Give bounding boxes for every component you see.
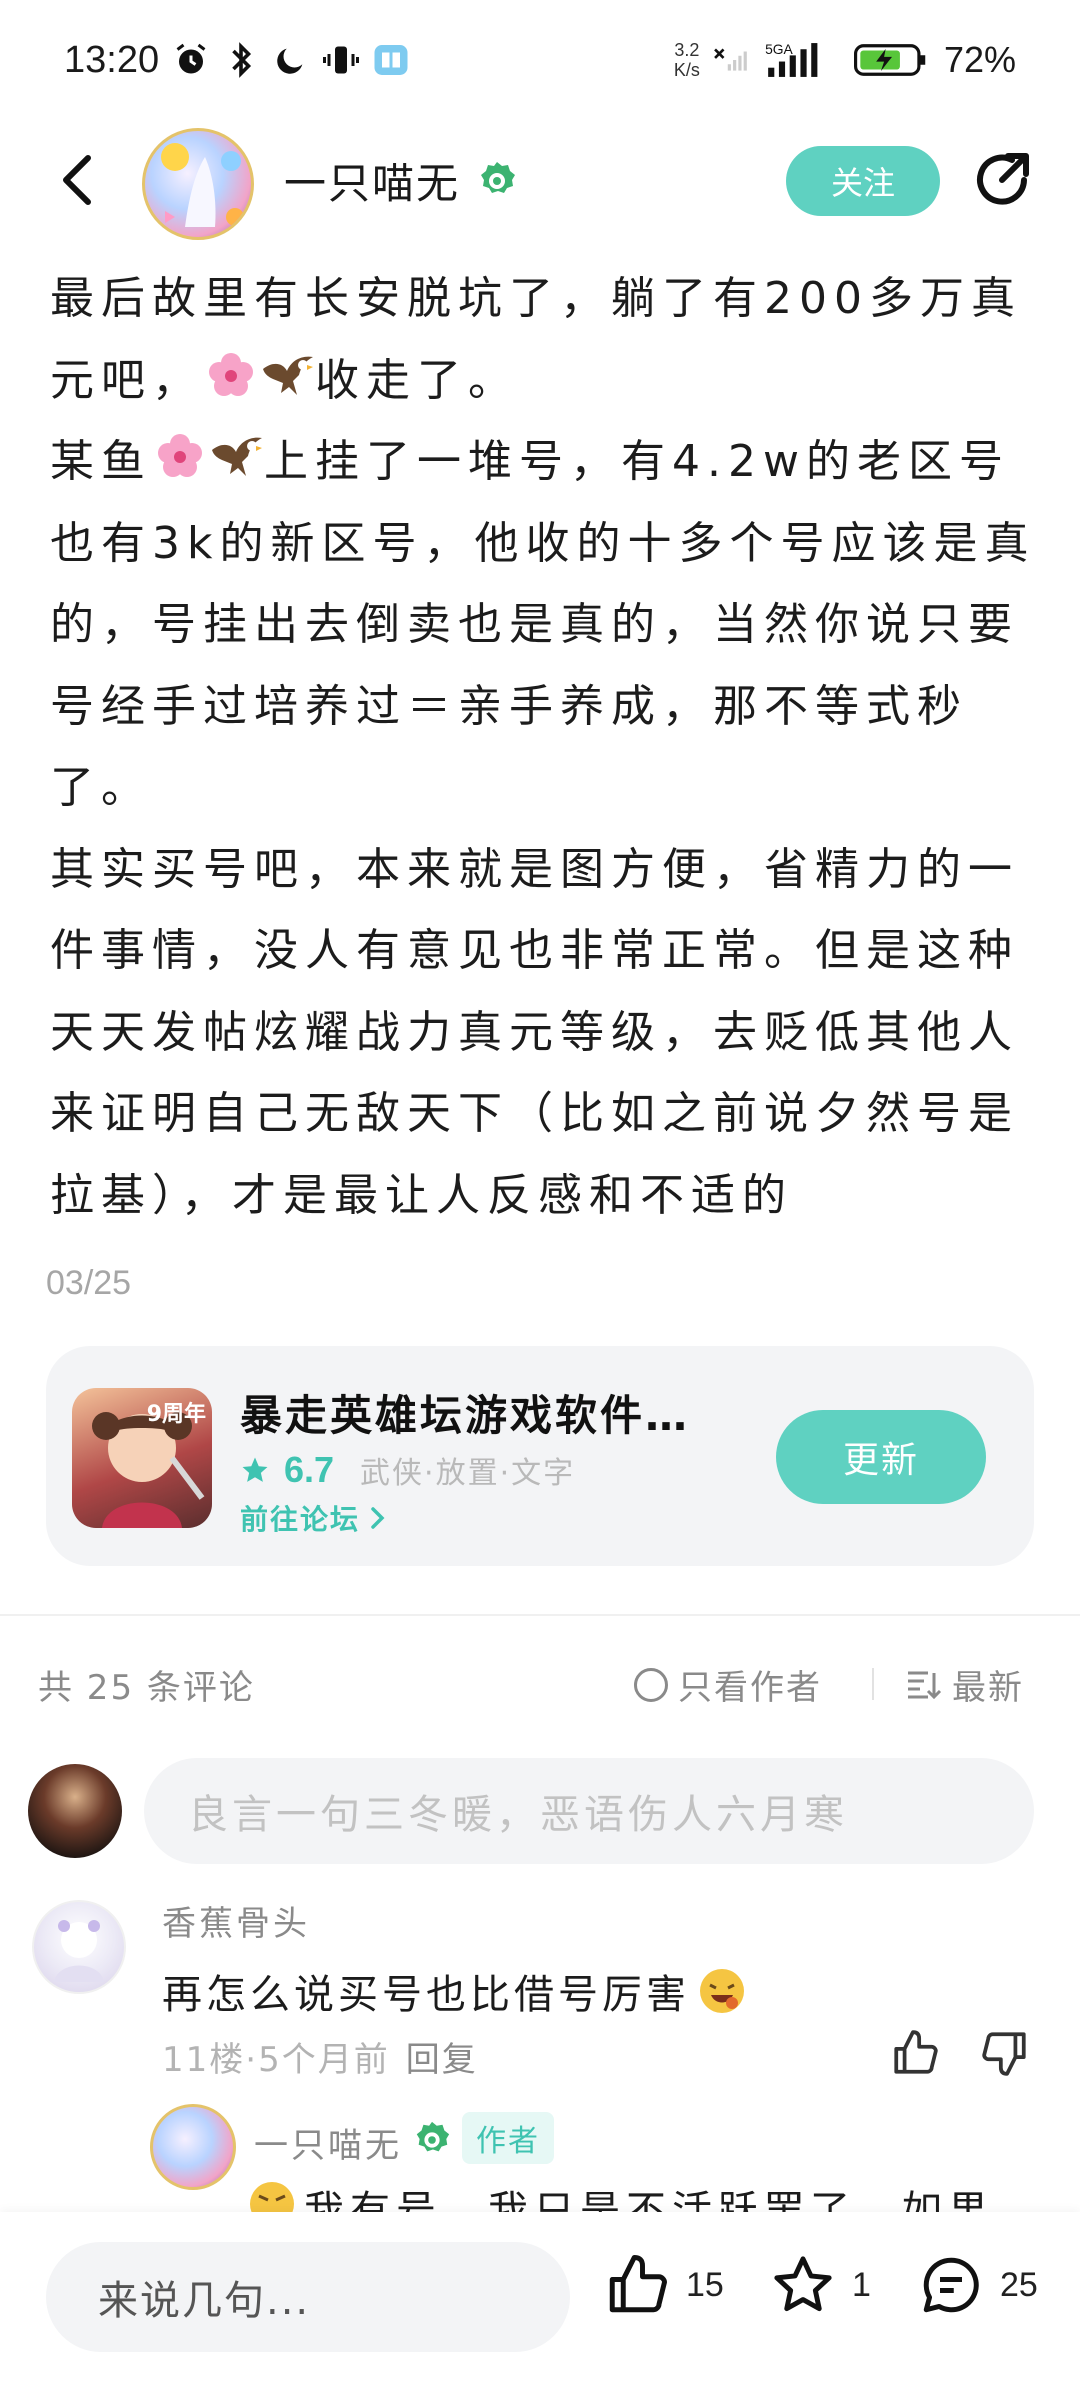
flower-emoji-icon xyxy=(209,352,253,396)
eagle-emoji-icon xyxy=(263,356,313,395)
reply-author-avatar[interactable] xyxy=(150,2104,236,2190)
goto-forum-link[interactable]: 前往论坛 xyxy=(240,1498,388,1538)
share-button[interactable] xyxy=(972,150,1034,212)
alarm-icon xyxy=(173,42,209,78)
goto-forum-label: 前往论坛 xyxy=(240,1503,361,1536)
bottom-action-bar: 来说几句... 15 1 25 xyxy=(0,2212,1080,2382)
commenter-avatar[interactable] xyxy=(32,1900,126,1994)
comment-text: 再怎么说买号也比借号厉害 xyxy=(162,1962,748,2020)
like-count: 15 xyxy=(686,2265,724,2304)
bottom-comment-input[interactable]: 来说几句... xyxy=(46,2242,570,2352)
laughing-emoji-icon xyxy=(700,1969,744,2013)
radio-circle-icon xyxy=(634,1667,668,1702)
post-content: 最后故里有长安脱坑了，躺了有200多万真元吧， 收走了。 某鱼 上挂了一堆号，有4.… xyxy=(50,258,1040,1236)
wifi-off-icon xyxy=(714,42,750,78)
post-paragraph: 某鱼 上挂了一堆号，有4.2w的老区号也有3k的新区号，他收的十多个号应该是真的，… xyxy=(50,421,1040,829)
verified-badge-icon xyxy=(412,2120,452,2160)
sort-button[interactable]: 最新 xyxy=(906,1660,1024,1709)
section-divider xyxy=(0,1614,1080,1616)
reply-username[interactable]: 一只喵无 xyxy=(254,2118,402,2167)
comment-meta: 11楼·5个月前 回复 xyxy=(162,2040,478,2080)
like-button[interactable]: 15 xyxy=(604,2252,724,2318)
verified-badge-icon xyxy=(476,160,518,202)
game-title[interactable]: 暴走英雄坛游戏软件… xyxy=(240,1382,690,1443)
status-bar: 13:20 3.2 K/s 5GA 72% xyxy=(0,0,1080,120)
comment-input[interactable]: 良言一句三冬暖，恶语伤人六月寒 xyxy=(144,1758,1034,1864)
status-time: 13:20 xyxy=(64,38,160,81)
reply-button[interactable]: 回复 xyxy=(406,2040,478,2080)
only-author-label: 只看作者 xyxy=(678,1668,822,1708)
thumbs-up-icon xyxy=(894,2030,938,2074)
comment-count: 25 xyxy=(1000,2265,1038,2304)
comments-button[interactable]: 25 xyxy=(918,2252,1038,2318)
chevron-right-icon xyxy=(371,1507,385,1529)
game-tags: 武侠·放置·文字 xyxy=(360,1456,576,1491)
comment-like-button[interactable] xyxy=(890,2028,940,2078)
post-paragraph: 其实买号吧，本来就是图方便，省精力的一件事情，没人有意见也非常正常。但是这种天天… xyxy=(50,843,1019,1221)
thumbs-down-icon xyxy=(982,2032,1026,2076)
angry-emoji-icon xyxy=(250,2182,294,2212)
author-avatar[interactable] xyxy=(142,128,254,240)
author-tag: 作者 xyxy=(462,2112,554,2164)
eagle-emoji-icon xyxy=(212,437,262,476)
battery-charging-icon xyxy=(853,42,930,78)
post-header: 一只喵无 关注 xyxy=(0,120,1080,240)
chat-bubble-icon xyxy=(923,2257,979,2313)
signal-icon: 5GA xyxy=(764,41,840,78)
star-icon xyxy=(774,2256,832,2312)
game-meta: 6.7 武侠·放置·文字 xyxy=(240,1448,575,1492)
update-button[interactable]: 更新 xyxy=(776,1410,986,1504)
back-button[interactable] xyxy=(50,150,110,210)
share-icon xyxy=(977,153,1029,205)
favorite-count: 1 xyxy=(852,2265,871,2304)
post-paragraph: 最后故里有长安脱坑了，躺了有200多万真元吧， 收走了。 xyxy=(50,273,1022,406)
follow-button[interactable]: 关注 xyxy=(786,146,940,216)
battery-percent: 72% xyxy=(943,39,1016,80)
avatar-art xyxy=(161,143,244,227)
net-speed: 3.2 K/s xyxy=(673,40,700,80)
comment-dislike-button[interactable] xyxy=(980,2028,1030,2078)
game-icon[interactable]: 9周年 xyxy=(72,1388,212,1528)
favorite-button[interactable]: 1 xyxy=(770,2252,871,2318)
reply-text: 我有号，我只是不活跃罢了，如果 xyxy=(246,2178,1046,2212)
game-rating: 6.7 xyxy=(284,1449,335,1490)
game-card[interactable]: 9周年 暴走英雄坛游戏软件… 6.7 武侠·放置·文字 前往论坛 更新 xyxy=(46,1346,1034,1566)
post-date: 03/25 xyxy=(46,1264,132,1302)
reply-text-container: 我有号，我只是不活跃罢了，如果 xyxy=(246,2178,1046,2212)
divider xyxy=(872,1668,874,1700)
my-avatar[interactable] xyxy=(28,1764,122,1858)
anniversary-badge: 9周年 xyxy=(146,1402,206,1427)
chevron-left-icon xyxy=(63,155,91,205)
comment-username[interactable]: 香蕉骨头 xyxy=(162,1896,310,1945)
svg-text:5GA: 5GA xyxy=(765,41,793,57)
author-name[interactable]: 一只喵无 xyxy=(284,150,460,211)
bluetooth-icon xyxy=(223,42,259,78)
book-icon xyxy=(373,42,409,78)
only-author-toggle[interactable]: 只看作者 xyxy=(634,1660,822,1709)
moon-icon xyxy=(273,42,309,78)
comments-count: 共 25 条评论 xyxy=(38,1668,255,1708)
commenter-avatar-art xyxy=(54,1920,104,1982)
flower-emoji-icon xyxy=(158,434,202,477)
vibrate-icon xyxy=(323,42,360,78)
thumbs-up-icon xyxy=(609,2255,667,2313)
sort-icon xyxy=(908,1671,942,1699)
sort-label: 最新 xyxy=(952,1668,1024,1708)
star-icon xyxy=(242,1457,268,1482)
